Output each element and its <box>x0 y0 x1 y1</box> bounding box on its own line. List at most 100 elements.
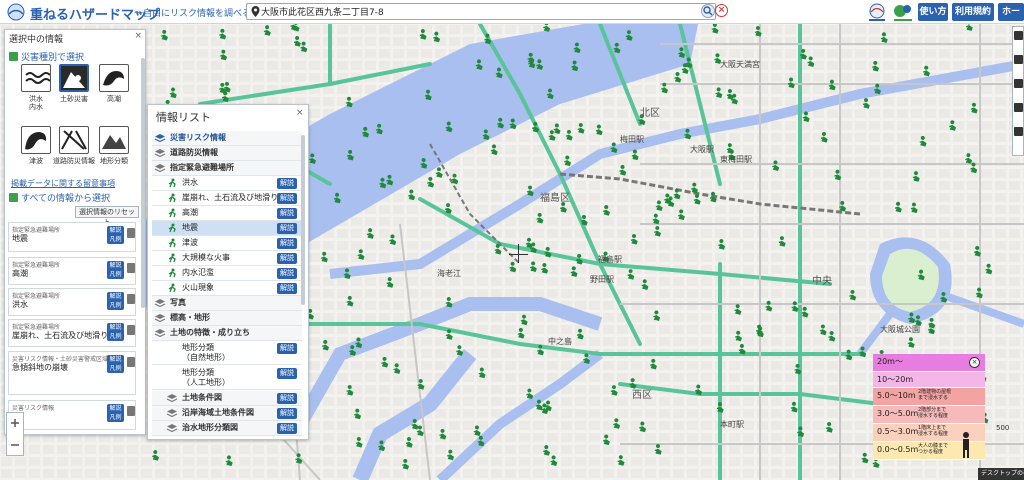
legend-button[interactable]: 解説 凡例 <box>107 323 124 341</box>
explain-button[interactable]: 解説 <box>277 343 297 354</box>
info-list-row[interactable]: 標高・地形 <box>152 311 302 326</box>
trash-icon[interactable] <box>127 357 135 367</box>
hazard-flood-tile[interactable] <box>21 64 51 92</box>
map-place-label: 大阪駅 <box>690 145 714 154</box>
info-list-row[interactable]: 地震 解説 <box>152 221 302 236</box>
selected-item-name: 地震 <box>12 234 28 243</box>
zoom-controls[interactable] <box>6 412 24 456</box>
info-list-row[interactable]: 土地条件図 解説 <box>152 391 302 406</box>
trash-icon[interactable] <box>127 263 135 273</box>
info-list-row[interactable]: 大規模な火事 解説 <box>152 251 302 266</box>
terms-button[interactable]: 利用規約 <box>952 3 994 21</box>
info-list-row-label: 津波 <box>182 238 198 247</box>
clear-search-icon[interactable]: × <box>715 4 728 17</box>
hazard-storm-surge-tile[interactable] <box>99 64 129 92</box>
layers-icon[interactable] <box>1014 31 1023 40</box>
legend-button[interactable]: 解説 凡例 <box>107 261 124 279</box>
info-list-row[interactable]: 高潮 解説 <box>152 206 302 221</box>
all-info-header[interactable]: すべての情報から選択 <box>9 191 110 204</box>
all-info-label: すべての情報から選択 <box>21 194 111 204</box>
desktop-view-link[interactable]: デスクトップの表 <box>978 468 1024 480</box>
info-list-row[interactable]: 津波 解説 <box>152 236 302 251</box>
draw-icon[interactable] <box>1014 103 1023 112</box>
mlit-logo-icon[interactable] <box>866 2 888 22</box>
info-list-row[interactable]: 沿岸海域土地条件図 解説 <box>152 406 302 421</box>
trash-icon[interactable] <box>127 325 135 335</box>
hazard-landslide-tile[interactable] <box>59 64 89 92</box>
measure-icon[interactable] <box>1014 79 1023 88</box>
explain-button[interactable]: 解説 <box>277 368 297 379</box>
layers-icon <box>166 409 178 418</box>
print-icon[interactable] <box>1014 55 1023 64</box>
explain-button[interactable]: 解説 <box>277 283 297 294</box>
explain-button[interactable]: 解説 <box>277 223 297 234</box>
close-legend-icon[interactable]: × <box>969 357 980 368</box>
trash-icon[interactable] <box>127 406 135 416</box>
info-list-title: 情報リスト <box>156 111 211 124</box>
selected-item: 指定緊急避難場所 崖崩れ、土石流及び地滑り 解説 凡例 <box>8 319 136 347</box>
scale-label: 500 <box>996 424 1010 432</box>
info-list-row[interactable]: 治水地形分類図 解説 <box>152 421 302 436</box>
reset-selection-button[interactable]: 選択情報のリセット <box>75 206 139 226</box>
flood-icon <box>25 72 51 84</box>
info-list-row[interactable]: 洪水 解説 <box>152 176 302 191</box>
trash-icon[interactable] <box>127 294 135 304</box>
hazard-tsunami-tile[interactable] <box>21 126 51 154</box>
info-list-row[interactable]: 土地の特徴・成り立ち <box>152 326 302 341</box>
info-list-panel: 情報リスト × 災害リスク情報 道路防災情報 指定緊急避難場所 洪水 解説 崖崩れ、土石流… <box>147 104 309 440</box>
layers-icon <box>154 314 166 323</box>
shelter-icon <box>168 268 176 278</box>
trash-icon[interactable] <box>127 228 135 238</box>
info-list-row[interactable]: 崖崩れ、土石流及び地滑り 解説 <box>152 191 302 206</box>
legend-button[interactable]: 解説 凡例 <box>107 355 124 373</box>
shelter-icon <box>168 253 176 263</box>
explain-button[interactable]: 解説 <box>277 423 297 434</box>
hazard-terrain-tile[interactable] <box>99 126 129 154</box>
layers-icon <box>154 329 166 338</box>
right-toolbar <box>1012 26 1024 156</box>
scrollbar[interactable] <box>141 58 145 308</box>
search-input[interactable] <box>261 4 701 19</box>
hazard-landslide-label: 土砂災害 <box>60 95 88 103</box>
explain-button[interactable]: 解説 <box>277 393 297 404</box>
explain-button[interactable]: 解説 <box>277 408 297 419</box>
info-list-row[interactable]: 地形分類 （自然地形） 解説 <box>152 341 302 365</box>
explain-button[interactable]: 解説 <box>277 208 297 219</box>
info-list-row[interactable]: 火山現象 解説 <box>152 281 302 296</box>
hazard-road-tile[interactable] <box>59 126 89 154</box>
info-list-row[interactable]: 災害リスク情報 <box>152 131 302 146</box>
explain-button[interactable]: 解説 <box>277 238 297 249</box>
info-list-row[interactable]: 道路防災情報 <box>152 146 302 161</box>
info-list-row[interactable]: 写真 <box>152 296 302 311</box>
close-icon[interactable]: × <box>134 31 142 41</box>
home-button[interactable]: ホー <box>998 3 1024 21</box>
zoom-icon <box>11 419 19 446</box>
how-to-use-button[interactable]: 使い方 <box>918 3 948 21</box>
depth-legend-row: 5.0〜10m 2階建物の屋根 まで浸水する <box>873 388 985 406</box>
share-icon[interactable] <box>1014 127 1023 136</box>
info-list-row[interactable]: 地形分類 （人工地形） 解説 <box>152 366 302 390</box>
depth-value: 3.0〜5.0m <box>877 409 919 418</box>
depth-legend: 20m〜 10〜20m 5.0〜10m 2階建物の屋根 まで浸水する 3.0〜5.0m 2… <box>873 354 985 464</box>
data-notes-link[interactable]: 掲載データに関する留意事項 <box>11 178 115 189</box>
selected-item: 指定緊急避難場所 地震 解説 凡例 <box>8 222 136 252</box>
scrollbar[interactable] <box>301 135 305 305</box>
legend-button[interactable]: 解説 凡例 <box>107 404 124 422</box>
shelter-icon <box>168 283 176 293</box>
info-list-row-label: 土地条件図 <box>182 393 222 402</box>
hazard-type-header[interactable]: 災害種別で選択 <box>9 50 84 63</box>
legend-button[interactable]: 解説 凡例 <box>107 226 124 244</box>
search-icon[interactable] <box>701 4 715 18</box>
explain-button[interactable]: 解説 <box>277 193 297 204</box>
legend-button[interactable]: 解説 凡例 <box>107 292 124 310</box>
map-place-label: 野田駅 <box>590 275 614 284</box>
gsi-logo-icon[interactable] <box>892 2 914 22</box>
close-icon[interactable]: × <box>296 108 304 118</box>
explain-button[interactable]: 解説 <box>277 268 297 279</box>
info-list-row[interactable]: 指定緊急避難場所 <box>152 161 302 176</box>
info-list-row[interactable]: 内水氾濫 解説 <box>152 266 302 281</box>
crosshair-horizontal <box>509 254 528 255</box>
search-box[interactable] <box>246 3 716 20</box>
explain-button[interactable]: 解説 <box>277 178 297 189</box>
explain-button[interactable]: 解説 <box>277 253 297 264</box>
